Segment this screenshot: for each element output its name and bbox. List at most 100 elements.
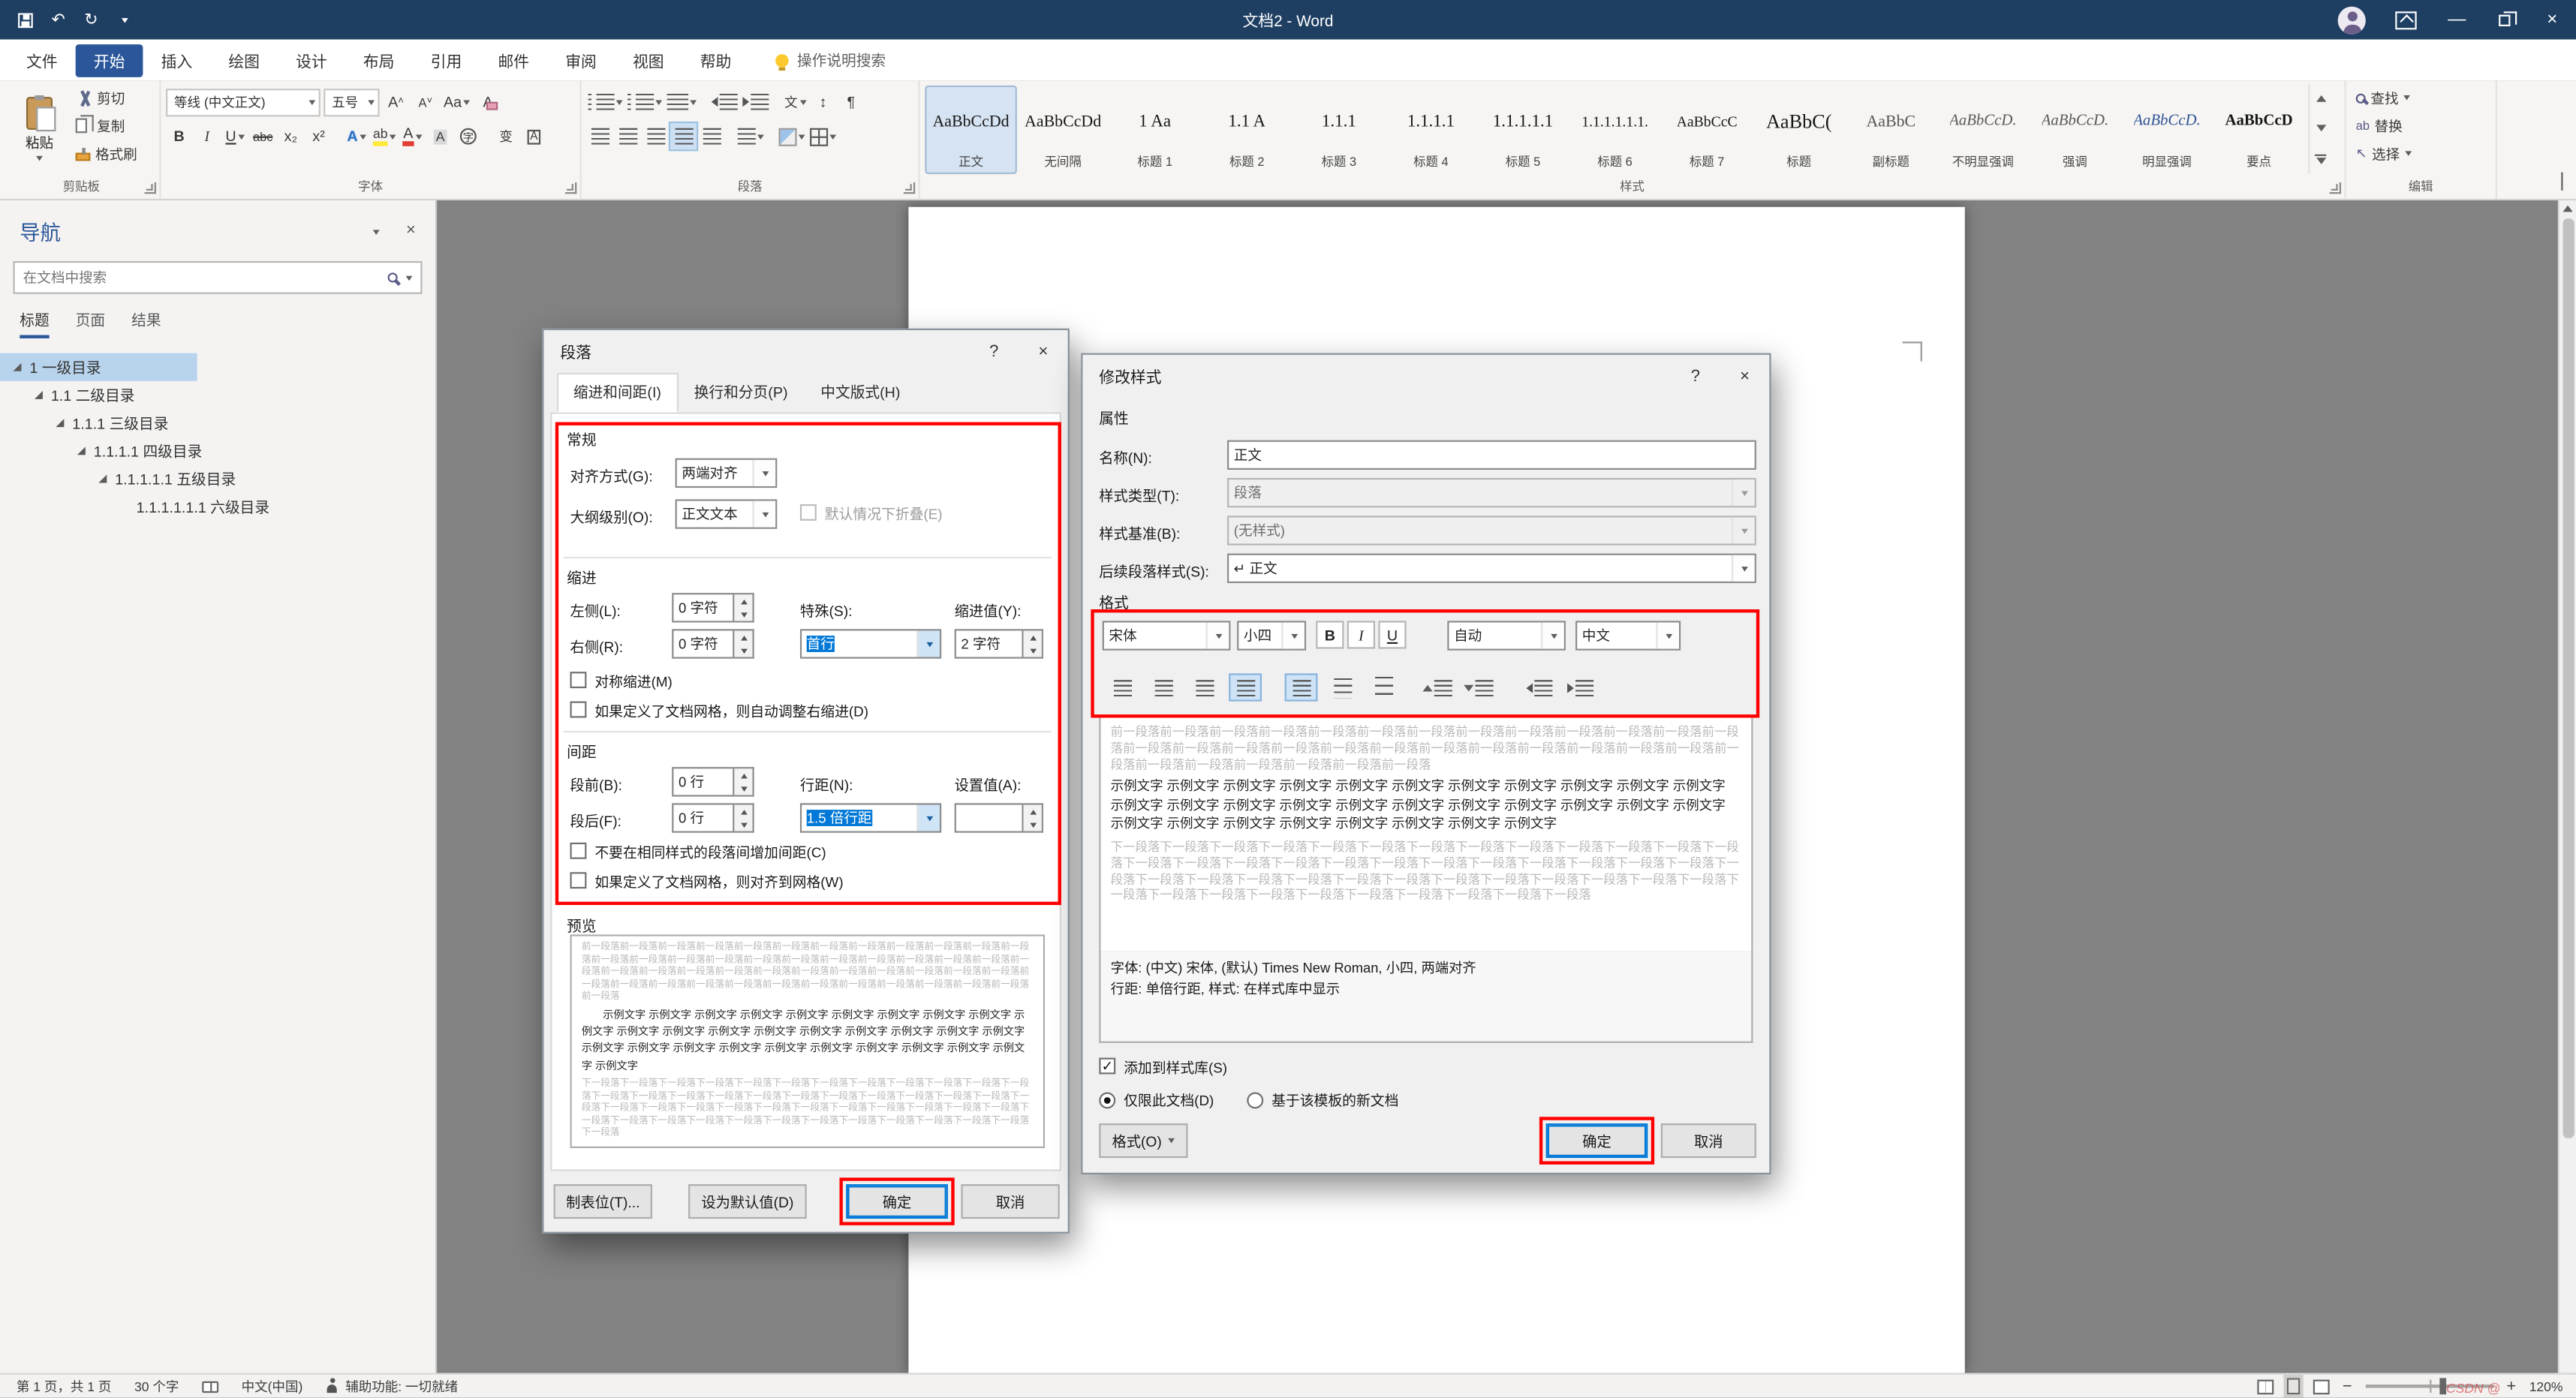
style-name-input[interactable]: 正文 xyxy=(1227,440,1756,470)
avatar[interactable] xyxy=(2337,5,2366,34)
collapse-triangle-icon[interactable] xyxy=(34,390,43,399)
nav-tab-headings[interactable]: 标题 xyxy=(20,308,50,338)
collapse-triangle-icon[interactable] xyxy=(13,362,22,371)
nav-pane-menu-button[interactable] xyxy=(373,221,380,239)
nav-heading-level6[interactable]: 1.1.1.1.1.1 六级目录 xyxy=(0,493,365,521)
chevron-down-icon[interactable] xyxy=(1541,622,1564,649)
format-menu-button[interactable]: 格式(O) xyxy=(1099,1123,1188,1159)
line-spacing-button[interactable] xyxy=(736,123,766,149)
format-painter-button[interactable]: 格式刷 xyxy=(71,140,142,167)
cancel-button[interactable]: 取消 xyxy=(1660,1123,1756,1159)
clipboard-dialog-launcher[interactable] xyxy=(144,182,156,194)
shading-button[interactable] xyxy=(777,123,806,149)
bullets-button[interactable] xyxy=(586,89,624,115)
bold-button[interactable]: B xyxy=(1316,621,1344,649)
align-left-button[interactable] xyxy=(1106,673,1139,701)
style-item-no-spacing[interactable]: AaBbCcDd 无间隔 xyxy=(1017,86,1109,174)
nav-heading-level4[interactable]: 1.1.1.1 四级目录 xyxy=(0,437,297,464)
style-item-normal[interactable]: AaBbCcDd 正文 xyxy=(925,85,1017,175)
font-color-combo[interactable]: 自动 xyxy=(1447,621,1566,651)
ok-button[interactable]: 确定 xyxy=(1545,1123,1648,1159)
web-layout-button[interactable] xyxy=(2313,1378,2330,1394)
close-button[interactable]: × xyxy=(2529,0,2576,40)
chevron-down-icon[interactable] xyxy=(916,630,940,657)
vertical-scrollbar[interactable] xyxy=(2557,200,2576,1373)
increase-space-after-button[interactable] xyxy=(1462,673,1495,701)
italic-button[interactable]: I xyxy=(1347,621,1376,649)
restore-button[interactable] xyxy=(2481,0,2528,40)
italic-button[interactable]: I xyxy=(194,123,220,149)
style-item-list-point[interactable]: AaBbCcD 要点 xyxy=(2213,86,2305,174)
accessibility-status[interactable]: 辅助功能: 一切就绪 xyxy=(326,1377,458,1395)
copy-button[interactable]: 复制 xyxy=(71,112,142,140)
single-spacing-button[interactable] xyxy=(1284,673,1318,702)
search-input[interactable] xyxy=(23,269,380,286)
tab-help[interactable]: 帮助 xyxy=(682,44,750,77)
redo-button[interactable]: ↻ xyxy=(77,6,105,34)
add-to-gallery-checkbox[interactable]: ✓ 添加到样式库(S) xyxy=(1099,1057,1227,1078)
spin-up[interactable] xyxy=(1023,804,1042,819)
tab-indents-spacing[interactable]: 缩进和间距(I) xyxy=(556,372,678,413)
underline-button[interactable]: U xyxy=(221,123,248,149)
tell-me-search[interactable]: 操作说明搜索 xyxy=(775,50,886,71)
line-spacing-at-spinner[interactable] xyxy=(954,803,1043,833)
close-dialog-button[interactable]: × xyxy=(1019,330,1068,373)
customize-qat-button[interactable] xyxy=(110,6,138,34)
style-item-heading3[interactable]: 1.1.1 标题 3 xyxy=(1293,86,1386,174)
increase-indent-button[interactable] xyxy=(741,89,770,115)
set-default-button[interactable]: 设为默认值(D) xyxy=(688,1184,807,1219)
spin-up[interactable] xyxy=(1023,630,1042,645)
nav-pane-close-button[interactable]: × xyxy=(406,221,416,239)
tab-references[interactable]: 引用 xyxy=(413,44,480,77)
zoom-level[interactable]: 120% xyxy=(2529,1378,2563,1393)
spin-up[interactable] xyxy=(734,804,753,819)
style-item-heading6[interactable]: 1.1.1.1.1.1. 标题 6 xyxy=(1569,86,1661,174)
borders-button[interactable] xyxy=(808,123,838,149)
underline-button[interactable]: U xyxy=(1378,621,1407,649)
nav-heading-level5[interactable]: 1.1.1.1.1 五级目录 xyxy=(0,464,331,492)
nav-tab-results[interactable]: 结果 xyxy=(131,308,161,338)
help-button[interactable]: ? xyxy=(969,330,1019,373)
tab-line-page-breaks[interactable]: 换行和分页(P) xyxy=(678,373,805,413)
search-icon[interactable] xyxy=(387,272,398,283)
zoom-out-button[interactable]: − xyxy=(2343,1377,2352,1395)
minimize-button[interactable]: — xyxy=(2433,0,2481,40)
clear-formatting-button[interactable]: A xyxy=(475,89,501,115)
cancel-button[interactable]: 取消 xyxy=(961,1184,1060,1219)
mirror-indents-checkbox[interactable]: 对称缩进(M) xyxy=(570,672,673,691)
bold-button[interactable]: B xyxy=(166,123,192,149)
style-item-emphasis[interactable]: AaBbCcD. 强调 xyxy=(2029,86,2121,174)
font-size-combo[interactable]: 小四 xyxy=(1237,621,1307,651)
one-half-spacing-button[interactable] xyxy=(1326,673,1359,701)
tab-layout[interactable]: 布局 xyxy=(345,44,413,77)
find-button[interactable]: 查找 xyxy=(2351,84,2490,112)
special-indent-combo[interactable]: 首行 xyxy=(799,629,942,659)
new-documents-template-radio[interactable]: 基于该模板的新文档 xyxy=(1247,1090,1398,1110)
font-name-combo[interactable]: 宋体 xyxy=(1102,621,1231,651)
line-spacing-combo[interactable]: 1.5 倍行距 xyxy=(799,803,942,833)
read-mode-button[interactable] xyxy=(2257,1378,2274,1394)
collapse-triangle-icon[interactable] xyxy=(98,474,107,483)
style-item-intense-emphasis[interactable]: AaBbCcD. 明显强调 xyxy=(2121,86,2213,174)
modify-style-dialog-titlebar[interactable]: 修改样式 ? × xyxy=(1082,355,1769,398)
tab-insert[interactable]: 插入 xyxy=(143,44,210,77)
outline-level-combo[interactable]: 正文文本 xyxy=(675,499,778,529)
align-right-button[interactable] xyxy=(642,123,669,149)
undo-button[interactable]: ↶ xyxy=(44,6,72,34)
style-item-heading1[interactable]: 1 Aa 标题 1 xyxy=(1109,86,1201,174)
space-before-spinner[interactable]: 0 行 xyxy=(672,767,754,797)
spin-down[interactable] xyxy=(734,818,753,831)
zoom-slider-thumb[interactable] xyxy=(2439,1378,2446,1395)
chevron-down-icon[interactable] xyxy=(1281,622,1305,649)
page-indicator[interactable]: 第 1 页，共 1 页 xyxy=(17,1377,112,1395)
only-this-document-radio[interactable]: 仅限此文档(D) xyxy=(1099,1090,1214,1110)
proofing-icon[interactable] xyxy=(202,1380,218,1392)
save-button[interactable] xyxy=(11,6,39,34)
font-color-button[interactable]: A xyxy=(399,123,426,149)
tab-review[interactable]: 审阅 xyxy=(547,44,615,77)
replace-button[interactable]: ab 替换 xyxy=(2351,112,2490,140)
collapse-triangle-icon[interactable] xyxy=(77,446,86,455)
numbering-button[interactable] xyxy=(626,89,664,115)
style-item-heading2[interactable]: 1.1 A 标题 2 xyxy=(1201,86,1293,174)
asian-layout-button[interactable]: 文 xyxy=(782,89,808,115)
